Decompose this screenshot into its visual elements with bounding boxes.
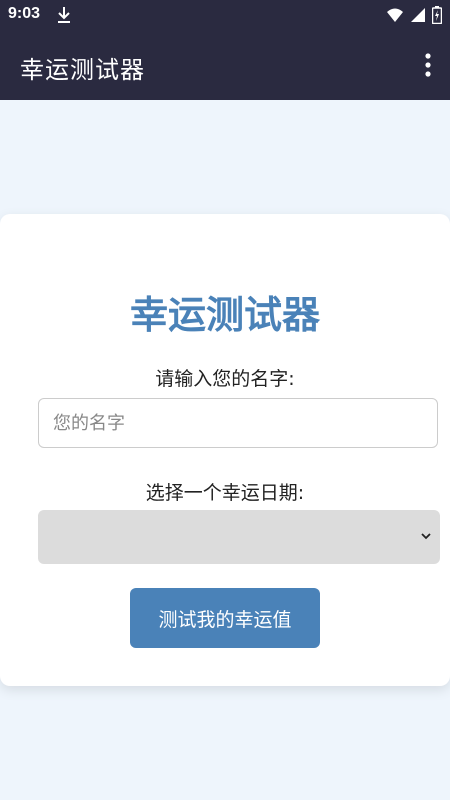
signal-icon [411, 8, 425, 22]
more-vert-icon[interactable] [424, 52, 432, 78]
status-bar: 9:03 [0, 0, 450, 30]
status-time: 9:03 [8, 5, 41, 22]
status-icons [386, 6, 442, 24]
app-bar: 幸运测试器 [0, 30, 450, 100]
luck-test-card: 幸运测试器 请输入您的名字: 选择一个幸运日期: 测试我的幸运值 [0, 214, 450, 686]
battery-icon [432, 6, 442, 24]
app-title: 幸运测试器 [20, 56, 145, 84]
download-icon [58, 7, 70, 23]
name-label: 请输入您的名字: [155, 368, 295, 390]
date-label: 选择一个幸运日期: [145, 482, 305, 504]
wifi-icon [387, 8, 403, 22]
name-input[interactable] [38, 398, 438, 448]
lucky-date-select[interactable] [38, 510, 440, 564]
card-title: 幸运测试器 [129, 293, 320, 337]
chevron-down-icon [421, 533, 431, 540]
test-luck-button[interactable]: 测试我的幸运值 [130, 588, 320, 648]
